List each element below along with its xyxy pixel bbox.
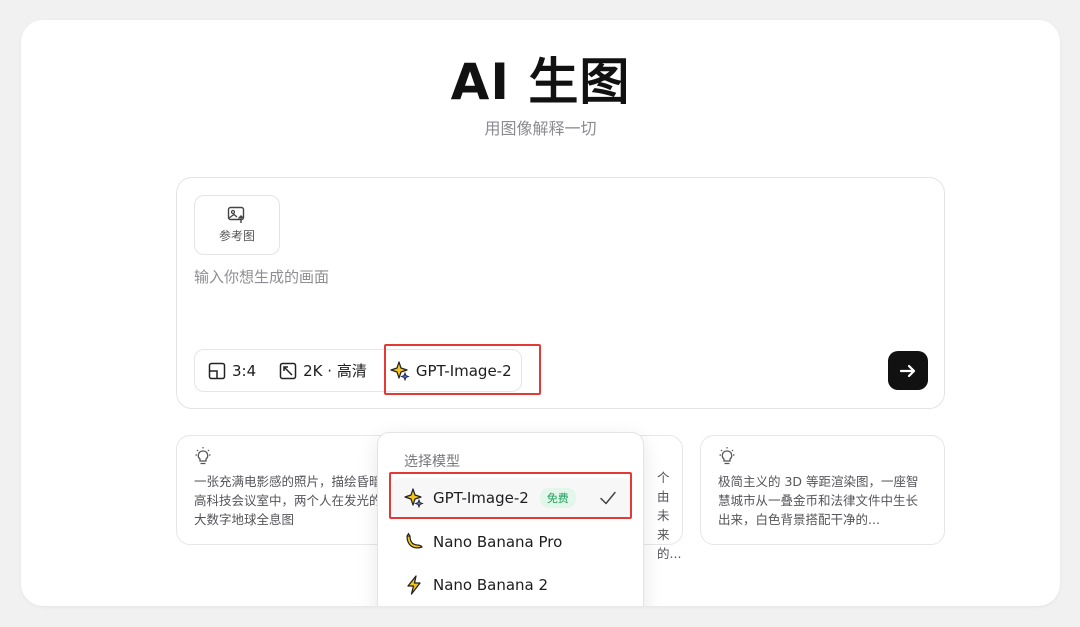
model-dropdown-menu: 选择模型 GPT-Image-2 免费 Nano Banana Pro Nano…: [377, 432, 644, 606]
model-menu-header: 选择模型: [404, 454, 460, 470]
model-option-nano-banana-2[interactable]: Nano Banana 2: [392, 565, 631, 605]
sparkle-star-icon: [390, 360, 410, 381]
model-option-label: Nano Banana Pro: [433, 533, 563, 551]
aspect-ratio-icon: [208, 362, 226, 379]
prompt-input[interactable]: [194, 266, 924, 336]
model-select-button[interactable]: GPT-Image-2: [377, 350, 522, 391]
aspect-ratio-button[interactable]: 3:4: [195, 350, 266, 391]
arrow-right-icon: [899, 364, 916, 377]
send-button[interactable]: [888, 351, 928, 390]
lightning-icon: [407, 575, 421, 595]
idea-text: 个由未来的...: [657, 470, 682, 561]
page-title: AI 生图: [450, 53, 631, 111]
model-option-nano-banana-pro[interactable]: Nano Banana Pro: [392, 522, 631, 562]
aspect-ratio-label: 3:4: [232, 361, 257, 380]
model-select-label: GPT-Image-2: [415, 361, 512, 380]
free-badge: 免费: [539, 488, 576, 508]
image-upload-icon: [227, 206, 245, 223]
reference-image-label: 参考图: [218, 229, 255, 243]
resolution-button[interactable]: 2K · 高清: [266, 350, 377, 391]
banana-icon: [406, 532, 423, 549]
idea-text: 一张充满电影感的照片，描绘昏暗的高科技会议室中，两个人在发光的巨大数字地球全息图: [194, 474, 395, 527]
model-option-gpt-image-2[interactable]: GPT-Image-2 免费: [392, 478, 631, 518]
idea-text: 极简主义的 3D 等距渲染图，一座智慧城市从一叠金币和法律文件中生长出来，白色背…: [718, 474, 919, 527]
lightbulb-icon: [195, 447, 211, 465]
resolution-icon: [279, 362, 297, 379]
main-card: AI 生图 用图像解释一切 参考图 3:4: [21, 20, 1060, 606]
reference-image-button[interactable]: 参考图: [194, 195, 280, 255]
model-option-label: GPT-Image-2: [433, 489, 529, 507]
lightbulb-icon: [719, 447, 735, 465]
sparkle-star-icon: [404, 488, 424, 508]
resolution-label: 2K · 高清: [303, 362, 367, 380]
idea-card[interactable]: 极简主义的 3D 等距渲染图，一座智慧城市从一叠金币和法律文件中生长出来，白色背…: [700, 435, 945, 545]
prompt-composer: 参考图 3:4 2K · 高清: [176, 177, 945, 409]
model-option-label: Nano Banana 2: [433, 576, 549, 594]
checkmark-icon: [600, 491, 616, 505]
page-subtitle: 用图像解释一切: [484, 119, 597, 138]
generation-options-toolbar: 3:4 2K · 高清 GPT-Image-2: [194, 349, 522, 392]
